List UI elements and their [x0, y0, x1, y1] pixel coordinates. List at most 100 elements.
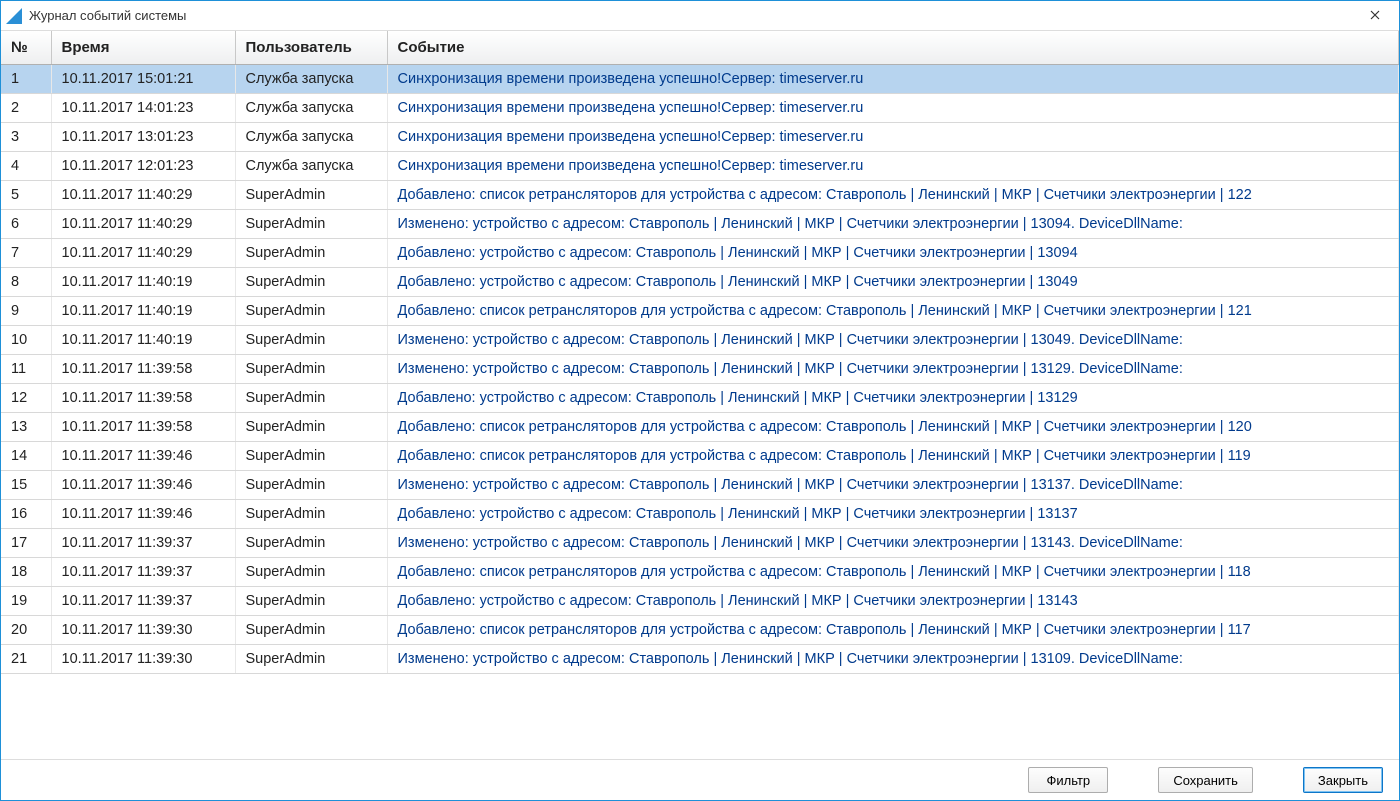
cell-num: 9: [1, 297, 51, 326]
cell-time: 10.11.2017 11:39:30: [51, 645, 235, 674]
cell-num: 18: [1, 558, 51, 587]
cell-time: 10.11.2017 11:40:19: [51, 326, 235, 355]
table-row[interactable]: 710.11.2017 11:40:29SuperAdminДобавлено:…: [1, 239, 1399, 268]
cell-time: 10.11.2017 11:39:46: [51, 500, 235, 529]
col-header-num[interactable]: №: [1, 31, 51, 65]
cell-event: Добавлено: список ретрансляторов для уст…: [387, 413, 1399, 442]
cell-event: Синхронизация времени произведена успешн…: [387, 152, 1399, 181]
cell-time: 10.11.2017 11:39:58: [51, 384, 235, 413]
table-row[interactable]: 1610.11.2017 11:39:46SuperAdminДобавлено…: [1, 500, 1399, 529]
titlebar[interactable]: Журнал событий системы: [1, 1, 1399, 31]
cell-user: SuperAdmin: [235, 616, 387, 645]
col-header-user[interactable]: Пользователь: [235, 31, 387, 65]
cell-num: 3: [1, 123, 51, 152]
close-button[interactable]: [1355, 2, 1395, 30]
cell-event: Добавлено: устройство с адресом: Ставроп…: [387, 268, 1399, 297]
close-dialog-button[interactable]: Закрыть: [1303, 767, 1383, 793]
cell-event: Синхронизация времени произведена успешн…: [387, 94, 1399, 123]
cell-event: Изменено: устройство с адресом: Ставропо…: [387, 355, 1399, 384]
table-row[interactable]: 1110.11.2017 11:39:58SuperAdminИзменено:…: [1, 355, 1399, 384]
cell-num: 19: [1, 587, 51, 616]
cell-event: Синхронизация времени произведена успешн…: [387, 123, 1399, 152]
event-log-window: Журнал событий системы № Время Пользоват…: [0, 0, 1400, 801]
cell-time: 10.11.2017 11:40:19: [51, 297, 235, 326]
cell-user: SuperAdmin: [235, 355, 387, 384]
table-row[interactable]: 910.11.2017 11:40:19SuperAdminДобавлено:…: [1, 297, 1399, 326]
save-button[interactable]: Сохранить: [1158, 767, 1253, 793]
cell-user: SuperAdmin: [235, 181, 387, 210]
cell-user: Служба запуска: [235, 123, 387, 152]
table-row[interactable]: 210.11.2017 14:01:23Служба запускаСинхро…: [1, 94, 1399, 123]
cell-time: 10.11.2017 11:39:46: [51, 471, 235, 500]
window-title: Журнал событий системы: [29, 8, 1355, 23]
cell-time: 10.11.2017 11:39:37: [51, 558, 235, 587]
table-row[interactable]: 2010.11.2017 11:39:30SuperAdminДобавлено…: [1, 616, 1399, 645]
table-row[interactable]: 110.11.2017 15:01:21Служба запускаСинхро…: [1, 65, 1399, 94]
cell-user: SuperAdmin: [235, 471, 387, 500]
col-header-time[interactable]: Время: [51, 31, 235, 65]
grid-container: № Время Пользователь Событие 110.11.2017…: [1, 31, 1399, 760]
cell-time: 10.11.2017 13:01:23: [51, 123, 235, 152]
table-row[interactable]: 1910.11.2017 11:39:37SuperAdminДобавлено…: [1, 587, 1399, 616]
cell-event: Добавлено: список ретрансляторов для уст…: [387, 297, 1399, 326]
cell-user: SuperAdmin: [235, 442, 387, 471]
filter-button[interactable]: Фильтр: [1028, 767, 1108, 793]
table-row[interactable]: 510.11.2017 11:40:29SuperAdminДобавлено:…: [1, 181, 1399, 210]
cell-time: 10.11.2017 11:40:29: [51, 210, 235, 239]
table-row[interactable]: 1810.11.2017 11:39:37SuperAdminДобавлено…: [1, 558, 1399, 587]
close-icon: [1370, 7, 1380, 25]
cell-user: SuperAdmin: [235, 413, 387, 442]
cell-event: Добавлено: устройство с адресом: Ставроп…: [387, 587, 1399, 616]
cell-time: 10.11.2017 15:01:21: [51, 65, 235, 94]
cell-event: Добавлено: устройство с адресом: Ставроп…: [387, 500, 1399, 529]
cell-user: SuperAdmin: [235, 645, 387, 674]
cell-num: 21: [1, 645, 51, 674]
cell-num: 13: [1, 413, 51, 442]
cell-num: 1: [1, 65, 51, 94]
cell-num: 7: [1, 239, 51, 268]
cell-time: 10.11.2017 11:40:29: [51, 181, 235, 210]
cell-event: Добавлено: список ретрансляторов для уст…: [387, 558, 1399, 587]
cell-num: 2: [1, 94, 51, 123]
cell-user: SuperAdmin: [235, 297, 387, 326]
event-table: № Время Пользователь Событие 110.11.2017…: [1, 31, 1399, 674]
cell-user: Служба запуска: [235, 65, 387, 94]
cell-num: 12: [1, 384, 51, 413]
cell-event: Добавлено: устройство с адресом: Ставроп…: [387, 239, 1399, 268]
cell-user: SuperAdmin: [235, 558, 387, 587]
cell-user: SuperAdmin: [235, 384, 387, 413]
cell-event: Добавлено: список ретрансляторов для уст…: [387, 442, 1399, 471]
col-header-event[interactable]: Событие: [387, 31, 1399, 65]
cell-time: 10.11.2017 11:39:58: [51, 355, 235, 384]
cell-num: 5: [1, 181, 51, 210]
cell-event: Добавлено: список ретрансляторов для уст…: [387, 181, 1399, 210]
cell-user: Служба запуска: [235, 94, 387, 123]
cell-time: 10.11.2017 11:39:37: [51, 529, 235, 558]
table-header-row: № Время Пользователь Событие: [1, 31, 1399, 65]
cell-num: 4: [1, 152, 51, 181]
cell-user: SuperAdmin: [235, 500, 387, 529]
table-row[interactable]: 2110.11.2017 11:39:30SuperAdminИзменено:…: [1, 645, 1399, 674]
grid-scroll-area[interactable]: № Время Пользователь Событие 110.11.2017…: [1, 31, 1399, 759]
footer-bar: Фильтр Сохранить Закрыть: [1, 760, 1399, 800]
table-row[interactable]: 810.11.2017 11:40:19SuperAdminДобавлено:…: [1, 268, 1399, 297]
cell-event: Изменено: устройство с адресом: Ставропо…: [387, 210, 1399, 239]
cell-time: 10.11.2017 11:39:58: [51, 413, 235, 442]
table-row[interactable]: 1510.11.2017 11:39:46SuperAdminИзменено:…: [1, 471, 1399, 500]
cell-event: Добавлено: список ретрансляторов для уст…: [387, 616, 1399, 645]
table-row[interactable]: 1210.11.2017 11:39:58SuperAdminДобавлено…: [1, 384, 1399, 413]
cell-user: SuperAdmin: [235, 587, 387, 616]
cell-num: 16: [1, 500, 51, 529]
cell-user: SuperAdmin: [235, 239, 387, 268]
table-row[interactable]: 1410.11.2017 11:39:46SuperAdminДобавлено…: [1, 442, 1399, 471]
table-row[interactable]: 410.11.2017 12:01:23Служба запускаСинхро…: [1, 152, 1399, 181]
cell-num: 8: [1, 268, 51, 297]
table-row[interactable]: 1010.11.2017 11:40:19SuperAdminИзменено:…: [1, 326, 1399, 355]
table-row[interactable]: 610.11.2017 11:40:29SuperAdminИзменено: …: [1, 210, 1399, 239]
table-row[interactable]: 1710.11.2017 11:39:37SuperAdminИзменено:…: [1, 529, 1399, 558]
cell-num: 14: [1, 442, 51, 471]
table-row[interactable]: 1310.11.2017 11:39:58SuperAdminДобавлено…: [1, 413, 1399, 442]
cell-event: Изменено: устройство с адресом: Ставропо…: [387, 645, 1399, 674]
table-row[interactable]: 310.11.2017 13:01:23Служба запускаСинхро…: [1, 123, 1399, 152]
cell-event: Синхронизация времени произведена успешн…: [387, 65, 1399, 94]
